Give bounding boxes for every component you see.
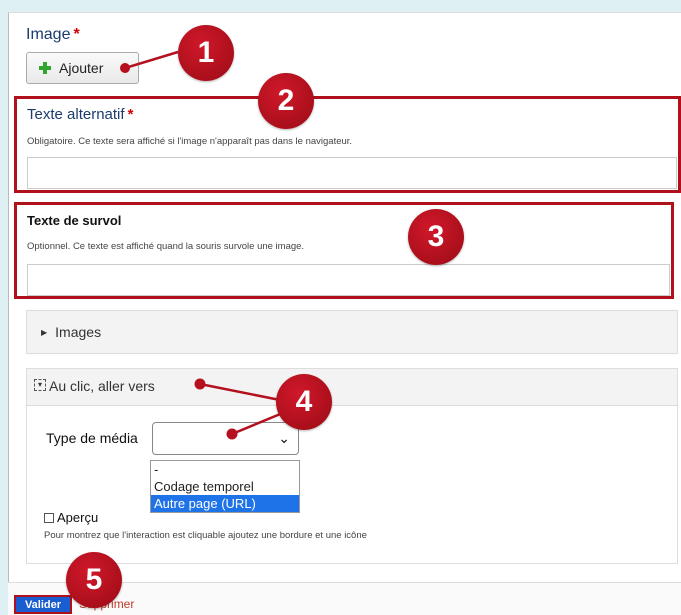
callout-badge: 5 xyxy=(66,552,122,608)
callout-badge: 2 xyxy=(258,73,314,129)
callout-lines xyxy=(120,50,291,440)
callout-badge: 3 xyxy=(408,209,464,265)
callout-badge: 1 xyxy=(178,25,234,81)
callout-badge: 4 xyxy=(276,374,332,430)
